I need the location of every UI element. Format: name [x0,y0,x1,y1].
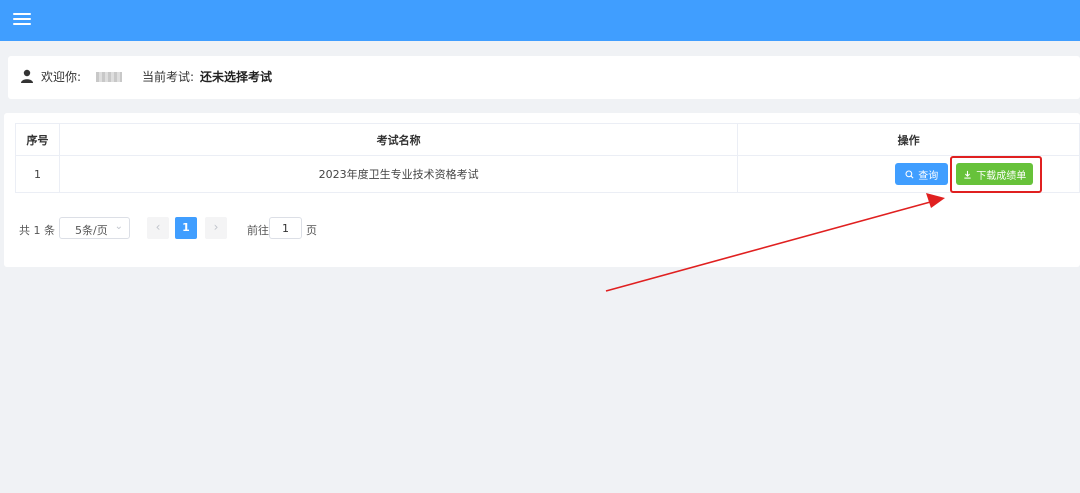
page-size-value: 5条/页 [75,224,108,237]
column-header-exam-name: 考试名称 [58,123,739,156]
masked-username [96,72,122,82]
welcome-bar: 欢迎你: 当前考试: 还未选择考试 [8,56,1080,99]
exam-table: 序号 考试名称 操作 1 2023年度卫生专业技术资格考试 查询 下载成绩单 [15,123,1080,193]
next-page-button[interactable]: › [205,217,227,239]
column-header-index: 序号 [15,123,60,156]
goto-page-input[interactable] [269,217,302,239]
page-number-current[interactable]: 1 [175,217,197,239]
row-index-cell: 1 [15,155,60,193]
column-header-actions: 操作 [737,123,1080,156]
chevron-left-icon: ‹ [155,220,161,234]
current-exam-value: 还未选择考试 [200,70,273,84]
total-count: 共 1 条 [19,224,55,237]
user-icon [21,69,33,83]
page-size-select[interactable]: 5条/页 ⌄ [59,217,130,239]
goto-prefix-label: 前往 [247,224,269,237]
current-exam-label: 当前考试: [142,70,195,84]
prev-page-button[interactable]: ‹ [147,217,169,239]
hamburger-menu-icon[interactable] [12,11,32,27]
chevron-right-icon: › [213,220,219,234]
query-button-label: 查询 [918,170,939,182]
exam-name-cell: 2023年度卫生专业技术资格考试 [58,155,739,193]
annotation-highlight-box [950,156,1042,193]
top-header-bar [0,0,1080,41]
table-row: 1 2023年度卫生专业技术资格考试 查询 下载成绩单 [15,155,1080,193]
greeting-label: 欢迎你: [41,70,82,84]
exam-list-panel: 序号 考试名称 操作 1 2023年度卫生专业技术资格考试 查询 下载成绩单 共… [4,113,1080,267]
table-header-row: 序号 考试名称 操作 [15,123,1080,156]
query-button[interactable]: 查询 [895,163,949,185]
chevron-down-icon: ⌄ [114,221,123,232]
goto-suffix-label: 页 [306,224,317,237]
search-icon [905,169,914,178]
